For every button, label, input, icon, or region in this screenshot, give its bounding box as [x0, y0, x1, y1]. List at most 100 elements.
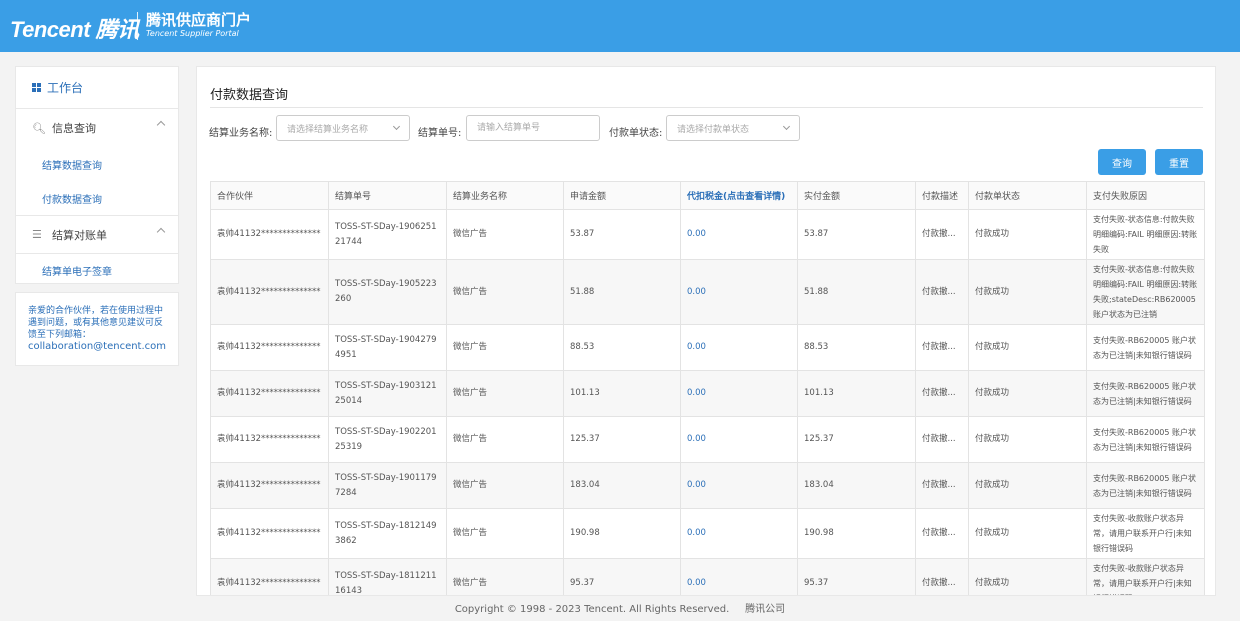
cell-biz-name: 微信广告 [446, 209, 564, 260]
sidebar-item-payment-query[interactable]: 付款数据查询 [16, 181, 178, 215]
cell-apply-amount: 101.13 [563, 370, 681, 417]
feedback-notice: 亲爱的合作伙伴，若在使用过程中遇到问题，或有其他意见建议可反馈至下列邮箱： co… [15, 292, 179, 366]
logo-divider [137, 12, 138, 40]
col-fail-reason: 支付失败原因 [1086, 181, 1205, 210]
cell-payment-desc: 付款撤... [915, 558, 969, 595]
sidebar-item-workbench[interactable]: 工作台 [16, 67, 178, 109]
notice-text: 亲爱的合作伙伴，若在使用过程中遇到问题，或有其他意见建议可反馈至下列邮箱： [28, 306, 164, 340]
document-icon: ☰ [32, 228, 42, 241]
cell-fail-reason: 支付失败-收款账户状态异常，请用户联系开户行|未知银行错误码 [1086, 508, 1205, 559]
cell-payment-status: 付款成功 [968, 508, 1087, 559]
table-row: 袁帅41132************** TOSS-ST-SDay-18112… [210, 558, 1205, 595]
cell-fail-reason: 支付失败-RB620005 账户状态为已注销|未知银行错误码 [1086, 370, 1205, 417]
sidebar-item-settlement-query[interactable]: 结算数据查询 [16, 147, 178, 181]
cell-partner: 袁帅41132************** [210, 370, 329, 417]
feedback-email[interactable]: collaboration@tencent.com [28, 341, 166, 353]
cell-biz-name: 微信广告 [446, 259, 564, 325]
sidebar-group-label: 信息查询 [52, 122, 96, 135]
top-header: Tencent 腾讯 腾讯供应商门户 Tencent Supplier Port… [0, 0, 1240, 52]
sidebar-nav: 工作台 🔍︎ 信息查询 结算数据查询 付款数据查询 ☰ 结算对账单 结算单电子签… [15, 66, 179, 284]
table-header-row: 合作伙伴 结算单号 结算业务名称 申请金额 代扣税金(点击查看详情) 实付金额 … [210, 181, 1205, 210]
cell-payment-status: 付款成功 [968, 416, 1087, 463]
col-withheld-tax[interactable]: 代扣税金(点击查看详情) [680, 181, 798, 210]
cell-partner: 袁帅41132************** [210, 462, 329, 509]
settlement-no-input[interactable] [466, 115, 600, 141]
cell-fail-reason: 支付失败-RB620005 账户状态为已注销|未知银行错误码 [1086, 324, 1205, 371]
table-row: 袁帅41132************** TOSS-ST-SDay-19042… [210, 324, 1205, 371]
biz-name-placeholder: 请选择结算业务名称 [287, 124, 369, 135]
table-row: 袁帅41132************** TOSS-ST-SDay-19052… [210, 259, 1205, 325]
cell-fail-reason: 支付失败-RB620005 账户状态为已注销|未知银行错误码 [1086, 416, 1205, 463]
biz-name-select[interactable]: 请选择结算业务名称 [276, 115, 410, 141]
cell-withheld-tax[interactable]: 0.00 [680, 259, 798, 325]
cell-payment-desc: 付款撤... [915, 416, 969, 463]
col-paid-amount: 实付金额 [797, 181, 916, 210]
payment-status-select[interactable]: 请选择付款单状态 [666, 115, 800, 141]
chevron-down-icon [782, 122, 791, 131]
cell-paid-amount: 125.37 [797, 416, 916, 463]
cell-paid-amount: 88.53 [797, 324, 916, 371]
query-button[interactable]: 查询 [1098, 149, 1146, 175]
cell-partner: 袁帅41132************** [210, 324, 329, 371]
chevron-down-icon [392, 122, 401, 131]
cell-biz-name: 微信广告 [446, 324, 564, 371]
sidebar-item-label: 工作台 [47, 81, 84, 95]
cell-partner: 袁帅41132************** [210, 508, 329, 559]
cell-paid-amount: 95.37 [797, 558, 916, 595]
table-row: 袁帅41132************** TOSS-ST-SDay-19011… [210, 462, 1205, 509]
cell-withheld-tax[interactable]: 0.00 [680, 416, 798, 463]
table-row: 袁帅41132************** TOSS-ST-SDay-19031… [210, 370, 1205, 417]
cell-payment-desc: 付款撤... [915, 508, 969, 559]
cell-fail-reason: 支付失败-RB620005 账户状态为已注销|未知银行错误码 [1086, 462, 1205, 509]
cell-payment-desc: 付款撤... [915, 259, 969, 325]
cell-biz-name: 微信广告 [446, 370, 564, 417]
payment-table: 合作伙伴 结算单号 结算业务名称 申请金额 代扣税金(点击查看详情) 实付金额 … [210, 181, 1205, 595]
cell-biz-name: 微信广告 [446, 508, 564, 559]
filter-label-biz: 结算业务名称: [209, 128, 273, 139]
cell-apply-amount: 95.37 [563, 558, 681, 595]
sidebar-group-info-query[interactable]: 🔍︎ 信息查询 [16, 109, 178, 147]
cell-payment-status: 付款成功 [968, 324, 1087, 371]
table-row: 袁帅41132************** TOSS-ST-SDay-18121… [210, 508, 1205, 559]
grid-icon [32, 83, 41, 92]
cell-withheld-tax[interactable]: 0.00 [680, 508, 798, 559]
title-divider [210, 107, 1203, 108]
cell-payment-status: 付款成功 [968, 370, 1087, 417]
cell-apply-amount: 51.88 [563, 259, 681, 325]
table-row: 袁帅41132************** TOSS-ST-SDay-19022… [210, 416, 1205, 463]
reset-button[interactable]: 重置 [1155, 149, 1203, 175]
col-payment-desc: 付款描述 [915, 181, 969, 210]
cell-settlement-no: TOSS-ST-SDay-190312125014 [328, 370, 447, 417]
col-apply-amount: 申请金额 [563, 181, 681, 210]
col-payment-status: 付款单状态 [968, 181, 1087, 210]
cell-settlement-no: TOSS-ST-SDay-181121116143 [328, 558, 447, 595]
cell-paid-amount: 53.87 [797, 209, 916, 260]
search-icon: 🔍︎ [32, 121, 46, 135]
sidebar-group-statement[interactable]: ☰ 结算对账单 [16, 215, 178, 253]
cell-withheld-tax[interactable]: 0.00 [680, 324, 798, 371]
tencent-logo[interactable]: Tencent 腾讯 [10, 12, 139, 44]
cell-payment-status: 付款成功 [968, 462, 1087, 509]
cell-settlement-no: TOSS-ST-SDay-1905223260 [328, 259, 447, 325]
cell-settlement-no: TOSS-ST-SDay-19042794951 [328, 324, 447, 371]
cell-settlement-no: TOSS-ST-SDay-19011797284 [328, 462, 447, 509]
cell-partner: 袁帅41132************** [210, 416, 329, 463]
cell-withheld-tax[interactable]: 0.00 [680, 370, 798, 417]
cell-apply-amount: 125.37 [563, 416, 681, 463]
cell-payment-status: 付款成功 [968, 558, 1087, 595]
footer-company: 腾讯公司 [745, 604, 786, 615]
cell-paid-amount: 190.98 [797, 508, 916, 559]
cell-withheld-tax[interactable]: 0.00 [680, 209, 798, 260]
cell-settlement-no: TOSS-ST-SDay-190625121744 [328, 209, 447, 260]
cell-withheld-tax[interactable]: 0.00 [680, 462, 798, 509]
cell-withheld-tax[interactable]: 0.00 [680, 558, 798, 595]
sidebar-item-e-signature[interactable]: 结算单电子签章 [16, 253, 178, 287]
cell-biz-name: 微信广告 [446, 416, 564, 463]
cell-biz-name: 微信广告 [446, 558, 564, 595]
cell-partner: 袁帅41132************** [210, 209, 329, 260]
cell-fail-reason: 支付失败-状态信息:付款失败 明细编码:FAIL 明细原因:转账失败 [1086, 209, 1205, 260]
filter-label-no: 结算单号: [418, 128, 462, 139]
cell-paid-amount: 183.04 [797, 462, 916, 509]
filter-label-status: 付款单状态: [609, 128, 663, 139]
cell-payment-desc: 付款撤... [915, 462, 969, 509]
